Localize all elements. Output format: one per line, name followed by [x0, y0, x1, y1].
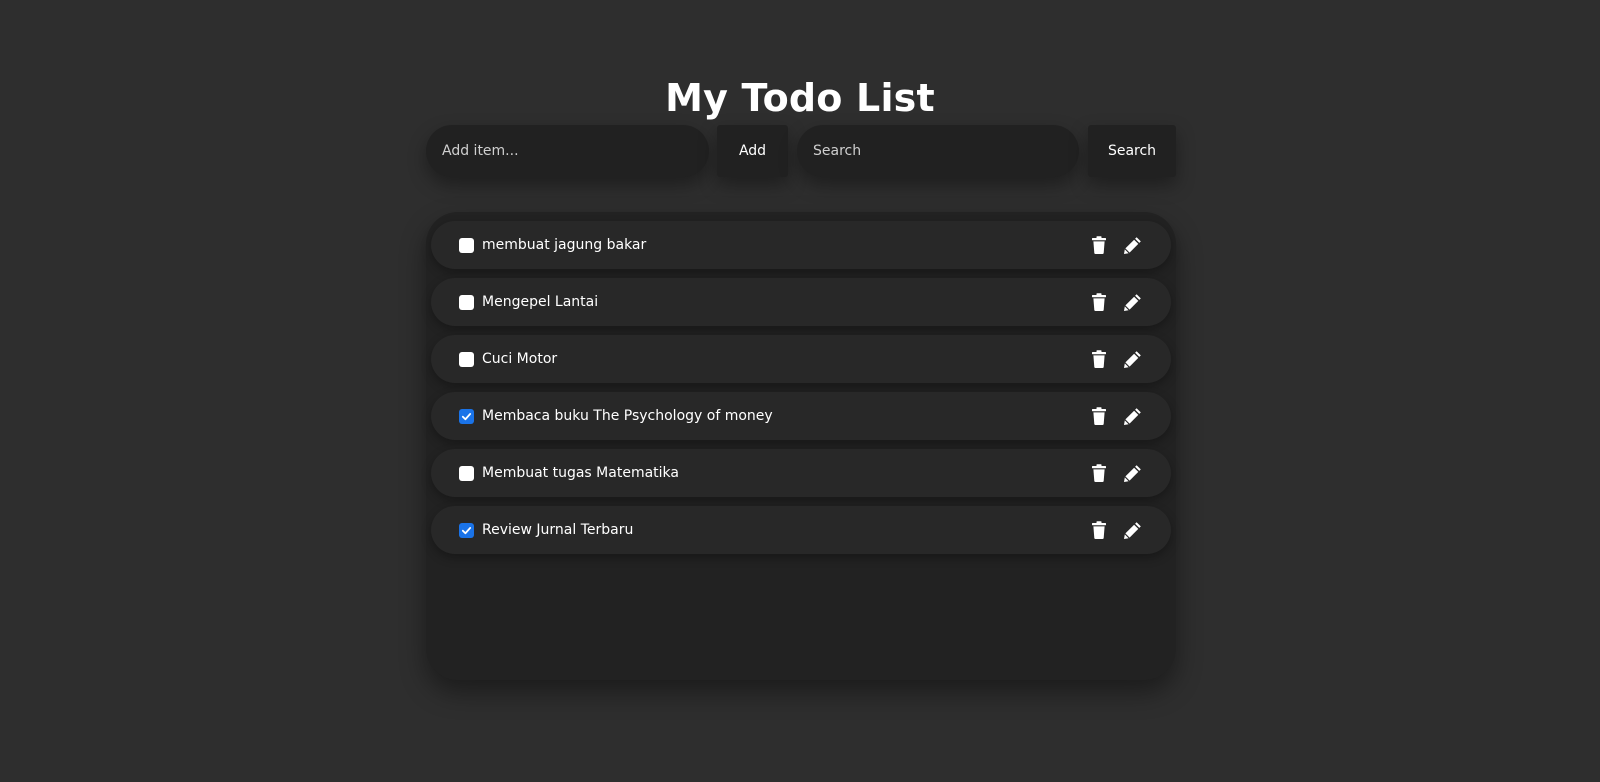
add-item-input[interactable]: [426, 125, 709, 177]
todo-checkbox[interactable]: [459, 238, 474, 253]
delete-button[interactable]: [1089, 349, 1109, 369]
delete-button[interactable]: [1089, 520, 1109, 540]
todo-text: Membuat tugas Matematika: [482, 465, 679, 481]
todo-item: Membaca buku The Psychology of money: [431, 392, 1171, 440]
trash-icon: [1092, 236, 1106, 254]
todo-item: Membuat tugas Matematika: [431, 449, 1171, 497]
add-button[interactable]: Add: [717, 125, 788, 177]
pencil-icon: [1124, 465, 1141, 482]
todo-item: Mengepel Lantai: [431, 278, 1171, 326]
todo-checkbox[interactable]: [459, 409, 474, 424]
todo-text: Review Jurnal Terbaru: [482, 522, 634, 538]
trash-icon: [1092, 464, 1106, 482]
delete-button[interactable]: [1089, 406, 1109, 426]
todo-item: Cuci Motor: [431, 335, 1171, 383]
todo-text: membuat jagung bakar: [482, 237, 647, 253]
pencil-icon: [1124, 522, 1141, 539]
search-button[interactable]: Search: [1088, 125, 1176, 177]
delete-button[interactable]: [1089, 235, 1109, 255]
trash-icon: [1092, 407, 1106, 425]
pencil-icon: [1124, 237, 1141, 254]
delete-button[interactable]: [1089, 292, 1109, 312]
pencil-icon: [1124, 294, 1141, 311]
todo-checkbox[interactable]: [459, 523, 474, 538]
todo-item: Review Jurnal Terbaru: [431, 506, 1171, 554]
trash-icon: [1092, 521, 1106, 539]
edit-button[interactable]: [1123, 463, 1143, 483]
todo-list: membuat jagung bakar Mengepel Lantai Cuc…: [426, 212, 1176, 680]
search-input[interactable]: [797, 125, 1079, 177]
controls-bar: Add Search: [426, 125, 1176, 177]
todo-checkbox[interactable]: [459, 352, 474, 367]
trash-icon: [1092, 293, 1106, 311]
check-icon: [461, 527, 472, 535]
edit-button[interactable]: [1123, 406, 1143, 426]
edit-button[interactable]: [1123, 520, 1143, 540]
delete-button[interactable]: [1089, 463, 1109, 483]
todo-checkbox[interactable]: [459, 466, 474, 481]
pencil-icon: [1124, 351, 1141, 368]
edit-button[interactable]: [1123, 349, 1143, 369]
trash-icon: [1092, 350, 1106, 368]
page-title: My Todo List: [665, 76, 935, 120]
pencil-icon: [1124, 408, 1141, 425]
edit-button[interactable]: [1123, 292, 1143, 312]
todo-text: Mengepel Lantai: [482, 294, 599, 310]
check-icon: [461, 413, 472, 421]
todo-item: membuat jagung bakar: [431, 221, 1171, 269]
todo-text: Cuci Motor: [482, 351, 558, 367]
todo-text: Membaca buku The Psychology of money: [482, 408, 773, 424]
edit-button[interactable]: [1123, 235, 1143, 255]
todo-checkbox[interactable]: [459, 295, 474, 310]
